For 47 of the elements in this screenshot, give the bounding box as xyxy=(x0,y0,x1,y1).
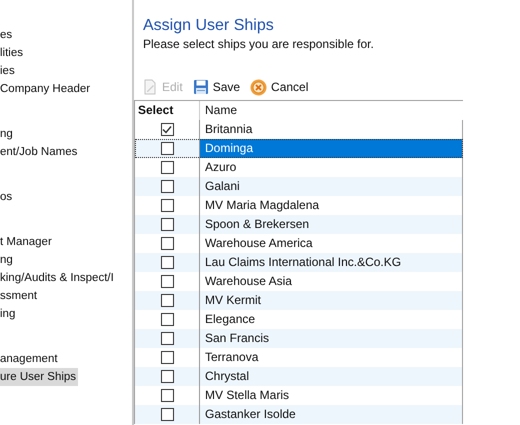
page-subtitle: Please select ships you are responsible for. xyxy=(143,36,375,52)
checkbox[interactable] xyxy=(160,294,174,307)
checkbox[interactable] xyxy=(160,218,174,231)
sidebar-item[interactable]: ure User Ships xyxy=(0,368,78,386)
column-header: Select xyxy=(135,101,200,120)
sidebar-item[interactable]: ng xyxy=(0,251,15,269)
checkbox[interactable] xyxy=(160,237,174,250)
checkbox[interactable] xyxy=(160,142,174,155)
table-cell[interactable]: Warehouse Asia xyxy=(200,272,462,291)
page-title: Assign User Ships xyxy=(143,16,275,36)
table-cell[interactable]: Dominga xyxy=(200,139,462,158)
sidebar-item[interactable]: es xyxy=(0,26,14,44)
checkbox[interactable] xyxy=(160,199,174,212)
sidebar-item[interactable]: ssment xyxy=(0,287,40,305)
edit-icon xyxy=(142,79,158,95)
sidebar-item[interactable]: os xyxy=(0,188,14,206)
column-header: Name xyxy=(204,102,238,119)
sidebar-item[interactable]: ing xyxy=(0,305,18,323)
sidebar-item[interactable]: ng xyxy=(0,125,15,143)
checkbox[interactable] xyxy=(160,256,174,269)
checkbox[interactable] xyxy=(160,275,174,288)
cancel-button[interactable]: Cancel xyxy=(248,78,310,96)
table-cell[interactable]: Azuro xyxy=(200,158,462,177)
sidebar-item[interactable]: king/Audits & Inspect/I xyxy=(0,269,116,287)
sidebar-item[interactable]: lities xyxy=(0,44,26,62)
sidebar-item[interactable]: ies xyxy=(0,62,17,80)
checkbox[interactable] xyxy=(160,408,174,421)
sidebar-item[interactable]: anagement xyxy=(0,350,60,368)
checkbox[interactable] xyxy=(160,180,174,193)
table-cell[interactable]: Terranova xyxy=(200,348,462,367)
checkbox[interactable] xyxy=(160,332,174,345)
checkbox[interactable] xyxy=(160,313,174,326)
checkbox[interactable] xyxy=(160,161,174,174)
checkbox[interactable] xyxy=(160,351,174,364)
checkbox[interactable] xyxy=(160,123,174,136)
table-cell[interactable]: MV Maria Magdalena xyxy=(200,196,462,215)
table-cell[interactable]: Britannia xyxy=(200,120,462,139)
sidebar-item[interactable]: t Manager xyxy=(0,233,54,251)
sidebar-item[interactable]: ent/Job Names xyxy=(0,143,80,161)
checkbox[interactable] xyxy=(160,389,174,402)
table-cell[interactable]: Warehouse America xyxy=(200,234,462,253)
cancel-icon xyxy=(250,78,268,96)
checkbox[interactable] xyxy=(160,370,174,383)
save-button[interactable]: Save xyxy=(190,78,242,96)
table-cell[interactable]: MV Stella Maris xyxy=(200,386,462,405)
sidebar-item[interactable]: Company Header xyxy=(0,80,92,98)
table-cell[interactable]: Elegance xyxy=(200,310,462,329)
